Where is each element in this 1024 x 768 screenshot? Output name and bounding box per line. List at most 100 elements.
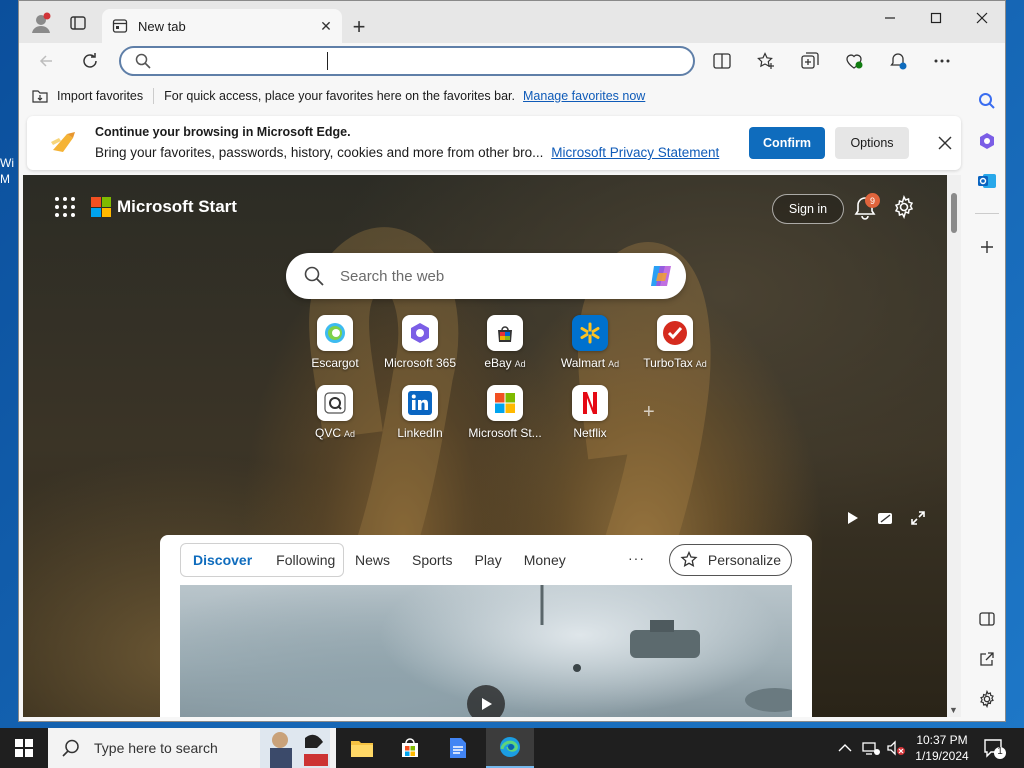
quick-link-tile[interactable]: TurboTax Ad — [633, 315, 717, 375]
quick-link-tile[interactable]: Microsoft St... — [463, 385, 547, 445]
browser-essentials-icon[interactable] — [839, 47, 869, 75]
desktop-icon-label-fragment: Wi M — [0, 156, 14, 186]
quick-link-tile[interactable]: Netflix — [548, 385, 632, 445]
category-money[interactable]: Money — [524, 552, 566, 568]
import-favorites-button[interactable]: Import favorites — [31, 88, 155, 104]
microsoft-store-taskbar-icon[interactable] — [386, 728, 434, 768]
windows-start-icon[interactable] — [0, 728, 48, 768]
personalize-label: Personalize — [707, 552, 782, 568]
tile-label: QVC — [314, 426, 341, 440]
add-sidebar-app-icon[interactable] — [975, 235, 999, 259]
docs-icon[interactable] — [434, 728, 482, 768]
microsoft-365-icon[interactable] — [975, 129, 999, 153]
category-sports[interactable]: Sports — [412, 552, 452, 568]
page-scrollbar[interactable]: ▼ — [947, 175, 961, 717]
network-icon[interactable] — [862, 728, 880, 768]
privacy-statement-link[interactable]: Microsoft Privacy Statement — [551, 145, 719, 160]
search-icon — [304, 266, 324, 286]
play-video-icon[interactable] — [467, 685, 505, 717]
quick-link-tile[interactable]: Microsoft 365 — [378, 315, 462, 375]
quick-link-tile[interactable]: Escargot — [293, 315, 377, 375]
minimize-icon[interactable] — [867, 5, 913, 31]
close-window-icon[interactable] — [959, 5, 1005, 31]
new-tab-button[interactable]: + — [345, 13, 373, 41]
qvc-icon — [317, 385, 353, 421]
manage-favorites-link[interactable]: Manage favorites now — [523, 89, 645, 103]
hide-sidebar-icon[interactable] — [975, 607, 999, 631]
volume-muted-icon[interactable] — [886, 728, 906, 768]
notification-badge: 9 — [865, 193, 880, 208]
play-background-icon[interactable] — [841, 507, 863, 529]
file-explorer-icon[interactable] — [338, 728, 386, 768]
tile-label: Escargot — [311, 356, 359, 370]
action-center-icon[interactable]: 1 — [982, 736, 1006, 760]
open-external-icon[interactable] — [975, 647, 999, 671]
app-launcher-icon[interactable] — [53, 195, 77, 219]
options-button[interactable]: Options — [835, 127, 909, 159]
web-search-box[interactable]: Search the web — [286, 253, 686, 299]
address-bar[interactable] — [119, 46, 695, 76]
netflix-icon — [572, 385, 608, 421]
microsoft-logo-icon — [91, 197, 111, 217]
gear-icon[interactable] — [892, 195, 916, 219]
favorites-bar: Import favorites For quick access, place… — [19, 81, 1005, 111]
feed-video-thumbnail[interactable] — [180, 585, 792, 717]
scroll-down-icon[interactable]: ▼ — [949, 705, 958, 715]
edge-window: New tab ✕ + Import favorites For quick a… — [18, 0, 1006, 722]
feed-categories: News Sports Play Money — [355, 552, 588, 568]
quick-link-tile[interactable]: Walmart Ad — [548, 315, 632, 375]
edge-taskbar-icon[interactable] — [486, 728, 534, 768]
collections-icon[interactable] — [795, 47, 825, 75]
tab-discover[interactable]: Discover — [181, 552, 264, 568]
personalize-icon — [680, 551, 698, 567]
quick-link-tile[interactable]: eBay Ad — [463, 315, 547, 375]
scrollbar-thumb[interactable] — [951, 193, 957, 233]
split-screen-icon[interactable] — [707, 47, 737, 75]
category-news[interactable]: News — [355, 552, 390, 568]
refresh-icon[interactable] — [75, 47, 105, 75]
tab-title: New tab — [138, 18, 186, 34]
tab-new-tab[interactable]: New tab ✕ — [102, 9, 342, 43]
category-play[interactable]: Play — [474, 552, 501, 568]
close-tab-icon[interactable]: ✕ — [314, 14, 338, 38]
expand-icon[interactable] — [907, 507, 929, 529]
tile-label: Netflix — [573, 426, 607, 440]
action-center-count: 1 — [997, 746, 1003, 757]
more-categories-icon[interactable]: ··· — [628, 550, 645, 566]
outlook-icon[interactable] — [975, 169, 999, 193]
profile-icon[interactable] — [29, 11, 53, 35]
tab-actions-icon[interactable] — [66, 11, 90, 35]
gear-icon[interactable] — [975, 687, 999, 711]
taskbar-search-box[interactable]: Type here to search — [48, 728, 336, 768]
address-input[interactable] — [161, 53, 693, 69]
title-bar: New tab ✕ + — [19, 1, 1005, 43]
maximize-icon[interactable] — [913, 5, 959, 31]
search-placeholder: Search the web — [340, 267, 445, 285]
close-icon[interactable] — [933, 131, 957, 155]
linkedin-icon — [402, 385, 438, 421]
more-options-icon[interactable] — [927, 47, 957, 75]
sign-in-button[interactable]: Sign in — [772, 194, 844, 224]
confirm-button[interactable]: Confirm — [749, 127, 825, 159]
import-banner-icon — [51, 132, 75, 152]
copilot-icon[interactable] — [646, 261, 676, 291]
quick-link-tile[interactable]: LinkedIn — [378, 385, 462, 445]
import-icon — [32, 90, 48, 103]
show-hidden-icons-icon[interactable] — [838, 728, 852, 768]
quick-links: Escargot Microsoft 365 eBay Ad Walmart Ad — [285, 315, 707, 455]
system-clock[interactable]: 10:37 PM 1/19/2024 — [910, 732, 974, 764]
back-icon[interactable] — [31, 47, 61, 75]
search-icon — [135, 53, 151, 69]
customize-background-icon[interactable] — [874, 507, 896, 529]
walmart-icon — [572, 315, 608, 351]
quick-link-tile[interactable]: QVC Ad — [293, 385, 377, 445]
search-icon[interactable] — [975, 89, 999, 113]
ad-label: Ad — [608, 359, 620, 369]
favorites-icon[interactable] — [751, 47, 781, 75]
notifications-icon[interactable] — [883, 47, 913, 75]
personalize-button[interactable]: Personalize — [669, 544, 792, 576]
navigation-bar — [19, 43, 1005, 79]
ad-label: Ad — [344, 429, 356, 439]
add-quick-link-icon[interactable]: + — [643, 401, 655, 424]
tab-following[interactable]: Following — [264, 552, 347, 568]
